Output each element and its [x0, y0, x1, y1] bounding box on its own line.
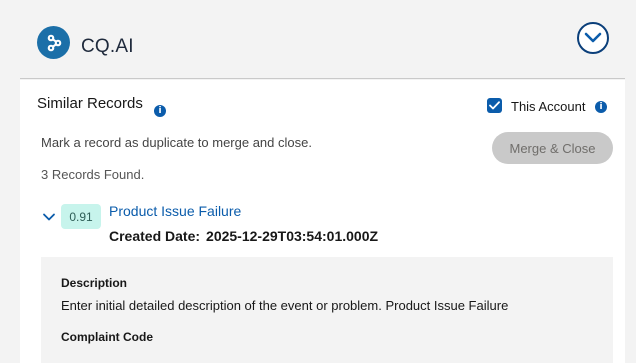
- created-date: Created Date: 2025-12-29T03:54:01.000Z: [109, 228, 378, 244]
- info-icon[interactable]: i: [154, 105, 166, 117]
- records-count: 3 Records Found.: [41, 167, 145, 182]
- collapse-button[interactable]: [577, 22, 609, 54]
- chevron-down-icon[interactable]: [42, 210, 56, 224]
- brand-title: CQ.AI: [81, 36, 134, 57]
- this-account-checkbox[interactable]: [487, 98, 502, 113]
- record-details: Description Enter initial detailed descr…: [41, 257, 613, 363]
- complaint-code-label: Complaint Code: [61, 330, 153, 344]
- description-text: Enter initial detailed description of th…: [61, 298, 509, 313]
- chevron-down-icon: [584, 32, 602, 43]
- record-link[interactable]: Product Issue Failure: [109, 203, 241, 219]
- cqai-logo-icon: [37, 26, 70, 59]
- created-date-label: Created Date:: [109, 228, 201, 244]
- similar-records-panel: Similar Records i This Account i Mark a …: [20, 80, 625, 363]
- section-title: Similar Records: [37, 95, 143, 112]
- merge-close-button[interactable]: Merge & Close: [492, 132, 613, 164]
- match-score-badge: 0.91: [61, 204, 101, 229]
- checkmark-icon: [489, 101, 500, 110]
- card-header: CQ.AI: [20, 0, 625, 79]
- merge-hint: Mark a record as duplicate to merge and …: [41, 135, 312, 150]
- cqai-card: CQ.AI Similar Records i This Account i M…: [20, 0, 625, 363]
- created-date-value: 2025-12-29T03:54:01.000Z: [206, 228, 379, 244]
- this-account-label: This Account: [511, 99, 586, 114]
- description-label: Description: [61, 276, 128, 290]
- info-icon[interactable]: i: [595, 101, 607, 113]
